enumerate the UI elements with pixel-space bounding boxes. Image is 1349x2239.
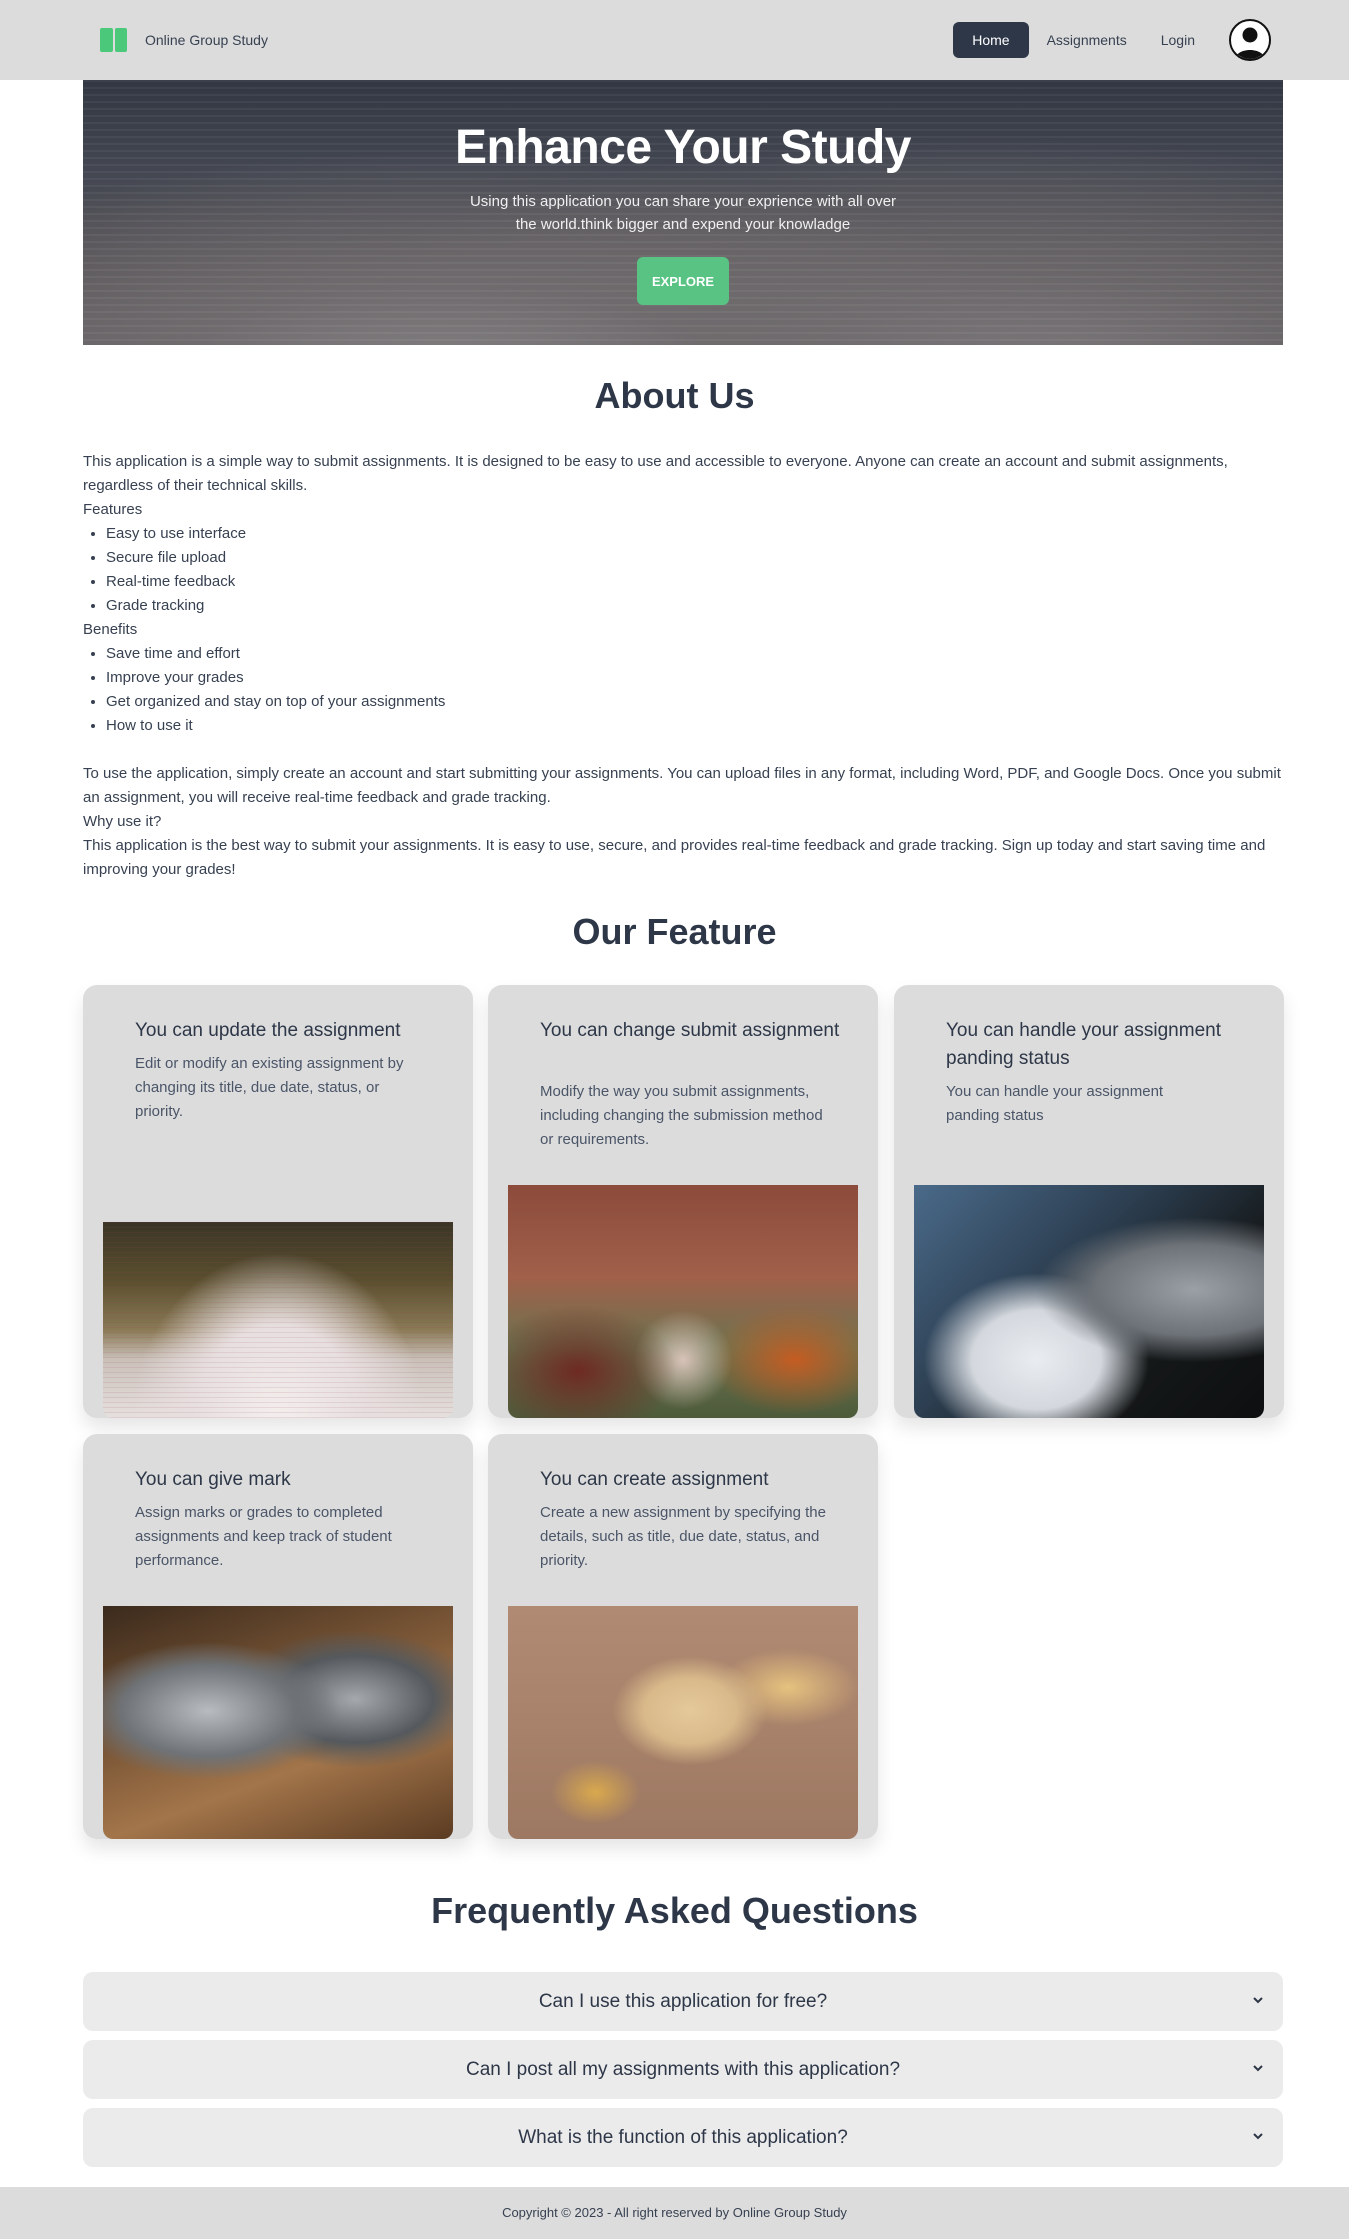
feature-card-pending-status: You can handle your assignment panding s…	[894, 985, 1284, 1418]
brand[interactable]: Online Group Study	[100, 28, 268, 52]
faq-title: Frequently Asked Questions	[431, 1890, 918, 1931]
faq-question: Can I use this application for free?	[538, 1990, 828, 2012]
list-item: Get organized and stay on top of your as…	[106, 690, 1283, 714]
list-item: Easy to use interface	[106, 522, 1283, 546]
hero-title: Enhance Your Study	[455, 121, 911, 174]
feature-card-title: You can create assignment	[540, 1469, 769, 1490]
feature-card-text: Modify the way you submit assignments, i…	[540, 1083, 823, 1148]
feature-card-title: You can give mark	[135, 1469, 291, 1490]
features-list: Easy to use interface Secure file upload…	[83, 522, 1283, 618]
faq-question: Can I post all my assignments with this …	[465, 2058, 901, 2080]
how-to-text: To use the application, simply create an…	[83, 765, 1281, 806]
list-item: Real-time feedback	[106, 570, 1283, 594]
user-avatar-icon[interactable]	[1229, 19, 1271, 61]
faq-question: What is the function of this application…	[518, 2126, 848, 2148]
navbar: Online Group Study Home Assignments Logi…	[0, 0, 1349, 80]
list-item: Secure file upload	[106, 546, 1283, 570]
hero-banner: Enhance Your Study Using this applicatio…	[83, 80, 1283, 345]
hero-subtitle: Using this application you can share you…	[469, 193, 897, 233]
list-item: How to use it	[106, 714, 1283, 738]
feature-card-change-submit: You can change submit assignment Modify …	[488, 985, 878, 1418]
faq-item-free[interactable]: Can I use this application for free?	[83, 1972, 1283, 2031]
feature-card-title: You can update the assignment	[135, 1020, 401, 1041]
about-section: This application is a simple way to subm…	[83, 450, 1283, 882]
nav-home-link[interactable]: Home	[953, 22, 1029, 58]
nav-links: Home Assignments Login	[951, 19, 1271, 61]
features-title: Our Feature	[572, 911, 777, 952]
why-text: This application is the best way to subm…	[83, 837, 1266, 878]
chevron-down-icon	[1253, 2133, 1263, 2140]
feature-card-title: You can change submit assignment	[540, 1020, 840, 1041]
nav-assignments-link[interactable]: Assignments	[1031, 22, 1143, 58]
benefits-list: Save time and effort Improve your grades…	[83, 642, 1283, 738]
explore-button[interactable]: EXPLORE	[637, 257, 729, 305]
benefits-heading: Benefits	[83, 621, 138, 638]
features-heading: Features	[83, 501, 143, 518]
why-heading: Why use it?	[83, 813, 162, 830]
footer: Copyright © 2023 - All right reserved by…	[0, 2187, 1349, 2239]
feature-card-image	[508, 1185, 858, 1418]
list-item: Grade tracking	[106, 594, 1283, 618]
book-icon	[100, 28, 127, 52]
list-item: Improve your grades	[106, 666, 1283, 690]
feature-card-text: Create a new assignment by specifying th…	[540, 1504, 826, 1569]
feature-card-image	[103, 1222, 453, 1418]
feature-card-give-mark: You can give mark Assign marks or grades…	[83, 1434, 473, 1839]
about-intro: This application is a simple way to subm…	[83, 453, 1228, 494]
nav-login-link[interactable]: Login	[1145, 22, 1211, 58]
chevron-down-icon	[1253, 2065, 1263, 2072]
feature-card-text: Assign marks or grades to completed assi…	[135, 1504, 392, 1569]
about-title: About Us	[594, 375, 755, 416]
brand-name: Online Group Study	[145, 32, 268, 48]
feature-card-title: You can handle your assignment panding s…	[946, 1020, 1221, 1069]
feature-card-image	[508, 1606, 858, 1839]
feature-card-image	[103, 1606, 453, 1839]
feature-card-update: You can update the assignment Edit or mo…	[83, 985, 473, 1418]
faq-item-post-all[interactable]: Can I post all my assignments with this …	[83, 2040, 1283, 2099]
feature-card-create: You can create assignment Create a new a…	[488, 1434, 878, 1839]
feature-card-text: You can handle your assignment panding s…	[946, 1083, 1164, 1124]
list-item: Save time and effort	[106, 642, 1283, 666]
footer-copyright: Copyright © 2023 - All right reserved by…	[502, 2205, 847, 2220]
feature-card-image	[914, 1185, 1264, 1418]
faq-item-function[interactable]: What is the function of this application…	[83, 2108, 1283, 2167]
feature-card-text: Edit or modify an existing assignment by…	[135, 1055, 404, 1120]
chevron-down-icon	[1253, 1997, 1263, 2004]
